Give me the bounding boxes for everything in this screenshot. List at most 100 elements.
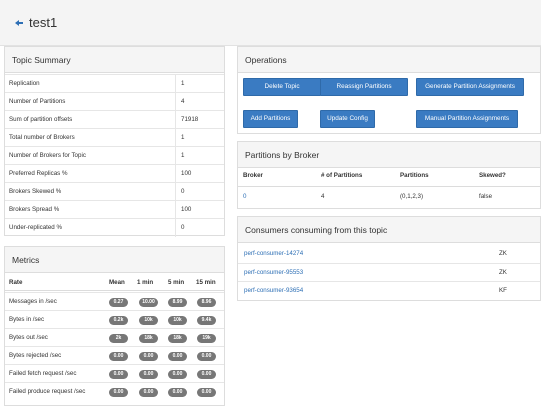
consumers-panel: Consumers consuming from this topic perf…	[237, 216, 541, 301]
metrics-label: Failed produce request /sec	[9, 388, 86, 395]
summary-label: Brokers Skewed %	[9, 188, 62, 195]
col-partition-count: # of Partitions	[321, 172, 363, 179]
add-partitions-button[interactable]: Add Partitions	[243, 110, 298, 128]
summary-value: 100	[175, 201, 191, 219]
metric-badge: 0.00	[139, 388, 158, 397]
reassign-partitions-button[interactable]: Reassign Partitions	[320, 78, 408, 96]
summary-label: Total number of Brokers	[9, 134, 75, 141]
metrics-col-mean: Mean	[109, 279, 125, 286]
summary-row: Under-replicated % 0	[5, 218, 224, 237]
metric-badge: 0.00	[139, 370, 158, 379]
metrics-col-15min: 15 min	[196, 279, 216, 286]
summary-value: 0	[175, 219, 184, 237]
metrics-col-1min: 1 min	[137, 279, 154, 286]
metric-badge: 10.00	[139, 298, 158, 307]
summary-value: 1	[175, 75, 184, 93]
metric-badge: 0.00	[139, 352, 158, 361]
metric-badge: 10k	[168, 316, 187, 325]
metric-badge: 8.99	[168, 298, 187, 307]
generate-partition-assignments-button[interactable]: Generate Partition Assignments	[416, 78, 524, 96]
consumer-type: ZK	[499, 250, 507, 257]
summary-row: Total number of Brokers 1	[5, 128, 224, 147]
operations-title: Operations	[238, 47, 540, 73]
consumer-link[interactable]: perf-consumer-95553	[244, 264, 303, 282]
metric-badge: 0.2k	[109, 316, 128, 325]
col-partitions: Partitions	[400, 172, 429, 179]
consumer-row: perf-consumer-93654 KF	[238, 281, 540, 299]
skewed-value: false	[479, 193, 493, 200]
consumer-type: KF	[499, 287, 507, 294]
partition-list: (0,1,2,3)	[400, 193, 424, 200]
metric-badge: 2k	[109, 334, 128, 343]
col-skewed: Skewed?	[479, 172, 506, 179]
summary-row: Brokers Spread % 100	[5, 200, 224, 219]
metric-badge: 0.27	[109, 298, 128, 307]
arrow-left-icon[interactable]	[14, 18, 24, 28]
metric-badge: 9.4k	[197, 316, 216, 325]
metric-badge: 0.00	[168, 388, 187, 397]
metrics-header-row: Rate Mean 1 min 5 min 15 min	[5, 275, 224, 291]
metric-badge: 0.00	[197, 370, 216, 379]
metrics-title: Metrics	[5, 247, 224, 273]
consumer-link[interactable]: perf-consumer-14274	[244, 245, 303, 263]
metric-badge: 0.00	[168, 370, 187, 379]
partitions-by-broker-panel: Partitions by Broker Broker # of Partiti…	[237, 141, 541, 209]
summary-value: 4	[175, 93, 184, 111]
metric-badge: 8.96	[197, 298, 216, 307]
metrics-col-5min: 5 min	[168, 279, 185, 286]
update-config-button[interactable]: Update Config	[320, 110, 375, 128]
summary-label: Number of Brokers for Topic	[9, 152, 86, 159]
summary-value: 0	[175, 183, 184, 201]
metrics-label: Failed fetch request /sec	[9, 370, 77, 377]
page-title: test1	[29, 15, 58, 30]
summary-value: 1	[175, 147, 184, 165]
manual-partition-assignments-button[interactable]: Manual Partition Assignments	[416, 110, 518, 128]
page-header: test1	[0, 0, 541, 46]
partitions-title: Partitions by Broker	[238, 142, 540, 168]
consumer-type: ZK	[499, 269, 507, 276]
operations-panel: Operations Delete Topic Reassign Partiti…	[237, 46, 541, 134]
summary-label: Preferred Replicas %	[9, 170, 68, 177]
col-broker: Broker	[243, 172, 263, 179]
summary-value: 100	[175, 165, 191, 183]
metric-badge: 0.00	[109, 352, 128, 361]
metrics-panel: Metrics Rate Mean 1 min 5 min 15 min Mes…	[4, 246, 225, 406]
metric-badge: 0.00	[109, 370, 128, 379]
metric-badge: 18k	[139, 334, 158, 343]
consumer-row: perf-consumer-95553 ZK	[238, 263, 540, 281]
metrics-row: Bytes out /sec 2k 18k 18k 19k	[5, 328, 224, 346]
metric-badge: 0.00	[197, 352, 216, 361]
metric-badge: 0.00	[168, 352, 187, 361]
metrics-row: Messages in /sec 0.27 10.00 8.99 8.96	[5, 292, 224, 310]
summary-label: Number of Partitions	[9, 98, 66, 105]
metrics-col-rate: Rate	[9, 279, 23, 286]
metrics-row: Failed fetch request /sec 0.00 0.00 0.00…	[5, 364, 224, 382]
metrics-label: Bytes out /sec	[9, 334, 48, 341]
summary-row: Number of Partitions 4	[5, 92, 224, 111]
metric-badge: 18k	[168, 334, 187, 343]
topic-summary-panel: Topic Summary Replication 1 Number of Par…	[4, 46, 225, 237]
summary-row: Brokers Skewed % 0	[5, 182, 224, 201]
broker-link[interactable]: 0	[243, 193, 246, 200]
summary-label: Replication	[9, 80, 40, 87]
metric-badge: 19k	[197, 334, 216, 343]
summary-row: Number of Brokers for Topic 1	[5, 146, 224, 165]
delete-topic-button[interactable]: Delete Topic	[243, 78, 321, 96]
summary-row: Replication 1	[5, 74, 224, 93]
header-divider	[238, 186, 540, 187]
metric-badge: 0.00	[109, 388, 128, 397]
metrics-label: Bytes rejected /sec	[9, 352, 62, 359]
consumer-link[interactable]: perf-consumer-93654	[244, 282, 303, 300]
metrics-label: Messages in /sec	[9, 298, 57, 305]
metrics-row: Failed produce request /sec 0.00 0.00 0.…	[5, 382, 224, 400]
summary-value: 1	[175, 129, 184, 147]
metrics-label: Bytes in /sec	[9, 316, 45, 323]
topic-summary-title: Topic Summary	[5, 47, 224, 73]
metric-badge: 10k	[139, 316, 158, 325]
consumers-title: Consumers consuming from this topic	[238, 217, 540, 243]
metric-badge: 0.00	[197, 388, 216, 397]
consumer-row: perf-consumer-14274 ZK	[238, 245, 540, 263]
summary-label: Brokers Spread %	[9, 206, 60, 213]
metrics-row: Bytes rejected /sec 0.00 0.00 0.00 0.00	[5, 346, 224, 364]
summary-label: Sum of partition offsets	[9, 116, 73, 123]
